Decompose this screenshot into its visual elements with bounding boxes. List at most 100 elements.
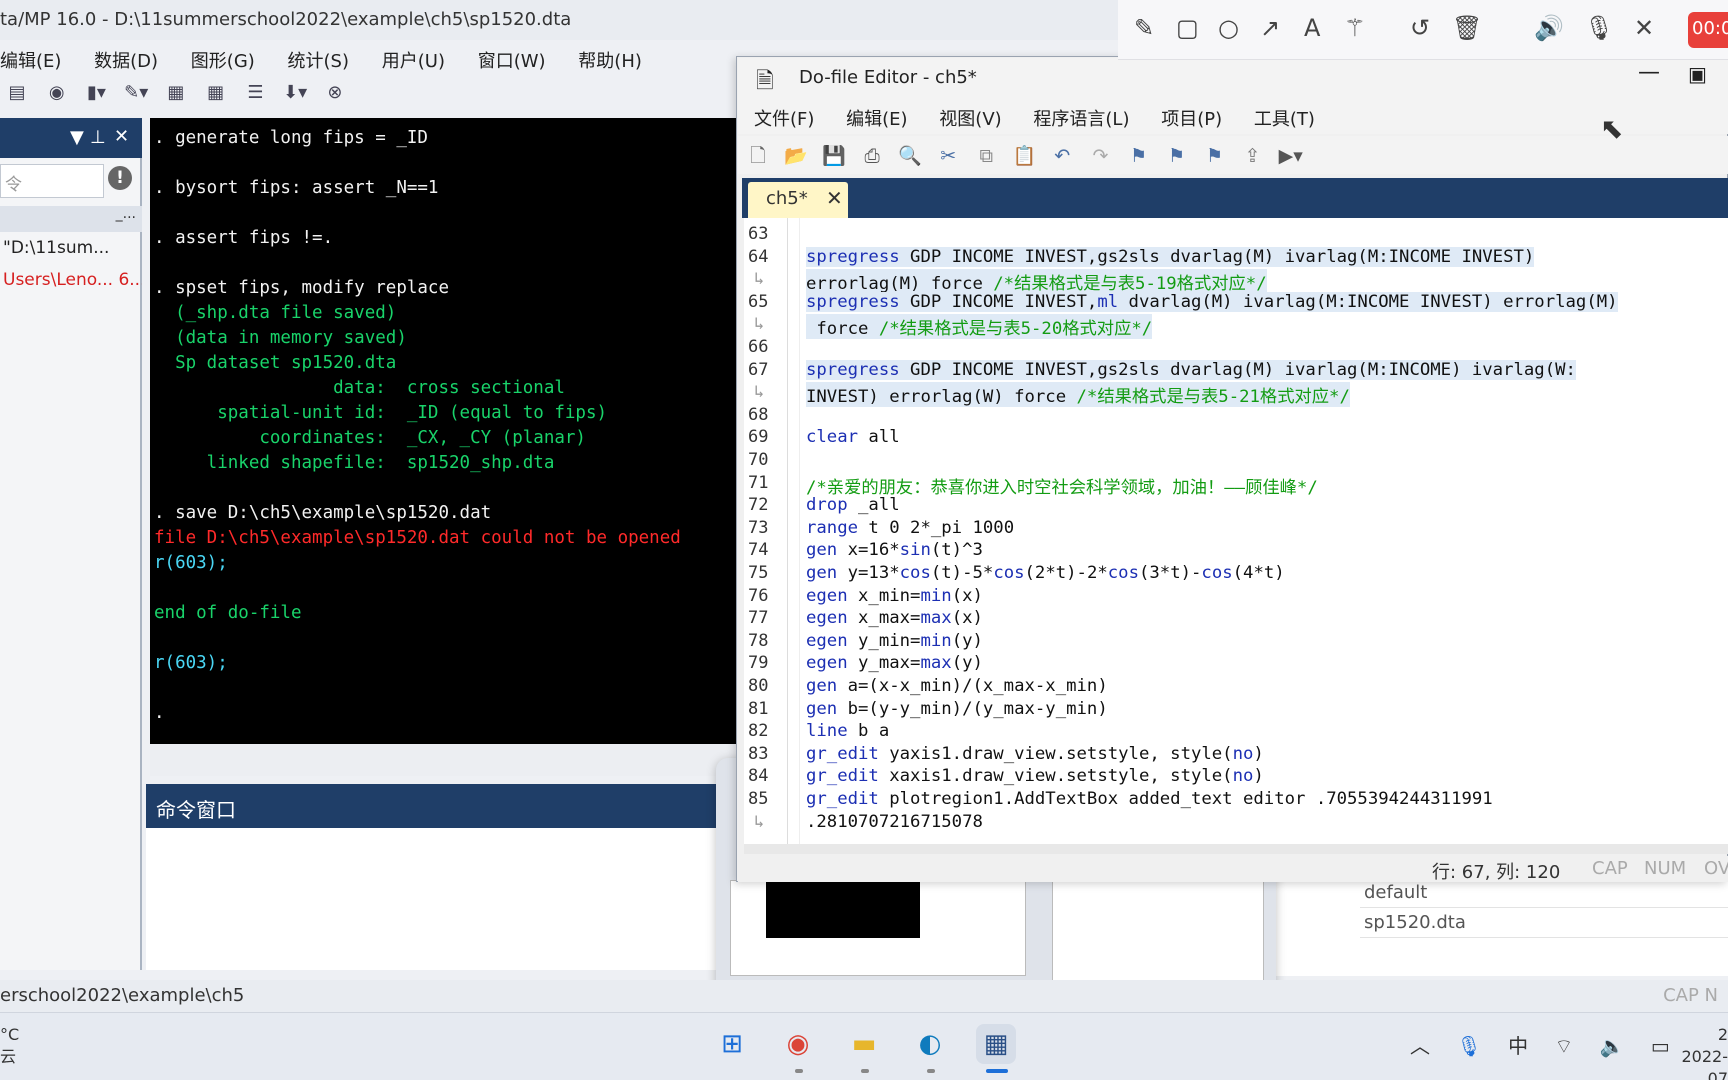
open-folder-icon[interactable]: 📂 — [780, 138, 812, 167]
history-column-header[interactable]: _... — [0, 206, 142, 232]
code-line[interactable]: clear all — [806, 427, 900, 447]
history-item[interactable]: Users\Leno... 6... — [0, 266, 142, 296]
copy-icon[interactable]: ⧉ — [970, 139, 1002, 167]
wifi-icon[interactable]: ⌔ — [1554, 1034, 1573, 1058]
code-line[interactable]: spregress GDP INCOME INVEST,gs2sls dvarl… — [806, 359, 1576, 380]
close-tab-icon[interactable]: ✕ — [826, 186, 843, 210]
code-line[interactable]: force /*结果格式是与表5-20格式对应*/ — [806, 314, 1153, 340]
code-line[interactable]: spregress GDP INCOME INVEST,ml dvarlag(M… — [806, 291, 1618, 312]
editor-menu-language[interactable]: 程序语言(L) — [1033, 98, 1129, 131]
variables-manager-icon[interactable]: ☰ — [238, 78, 272, 103]
print-icon[interactable]: ⎙ — [856, 139, 888, 167]
results-scroll-area[interactable] — [150, 744, 740, 776]
log-icon[interactable]: ▤ — [0, 78, 34, 103]
menu-edit[interactable]: 编辑(E) — [0, 40, 61, 73]
new-file-icon[interactable]: 🗋 — [742, 136, 774, 174]
horizontal-scrollbar[interactable] — [744, 844, 1728, 854]
do-file-editor-icon[interactable]: ✎▾ — [119, 78, 153, 103]
data-browser-icon[interactable]: ▦ — [199, 78, 233, 103]
code-line[interactable]: gen a=(x-x_min)/(x_max-x_min) — [806, 676, 1108, 696]
close-icon[interactable]: ✕ — [1634, 14, 1654, 42]
viewer-icon[interactable]: ◉ — [40, 78, 74, 103]
code-line[interactable]: egen x_max=max(x) — [806, 608, 983, 628]
save-icon[interactable]: 💾 — [818, 138, 850, 167]
close-icon[interactable]: ✕ — [114, 126, 129, 147]
more-icon[interactable]: ⬇▾ — [278, 78, 312, 103]
code-line[interactable]: gr_edit xaxis1.draw_view.setstyle, style… — [806, 766, 1264, 786]
speaker-icon[interactable]: 🔊 — [1534, 14, 1564, 42]
break-icon[interactable]: ⊗ — [318, 78, 352, 103]
code-line[interactable]: gr_edit yaxis1.draw_view.setstyle, style… — [806, 744, 1264, 764]
cut-icon[interactable]: ✂ — [932, 139, 964, 167]
minimize-button[interactable]: — — [1638, 60, 1660, 85]
trash-icon[interactable]: 🗑 — [1452, 14, 1482, 42]
code-line[interactable]: line b a — [806, 721, 889, 741]
undo-icon[interactable]: ↺ — [1410, 14, 1430, 42]
undo-icon[interactable]: ↶ — [1046, 139, 1078, 167]
editor-menu-project[interactable]: 项目(P) — [1161, 98, 1222, 131]
editor-menu-file[interactable]: 文件(F) — [754, 98, 814, 131]
code-line[interactable]: egen x_min=min(x) — [806, 586, 983, 606]
code-line[interactable]: gen y=13*cos(t)-5*cos(2*t)-2*cos(3*t)-co… — [806, 563, 1285, 583]
edge-icon[interactable]: ◐ — [910, 1024, 950, 1064]
code-line[interactable]: /*亲爱的朋友：恭喜你进入时空社会科学领域，加油！——顾佳峰*/ — [806, 473, 1318, 498]
magic-wand-icon[interactable]: ⚚ — [1344, 14, 1366, 42]
menu-help[interactable]: 帮助(H) — [578, 40, 642, 73]
file-explorer-icon[interactable]: ▬ — [844, 1024, 884, 1064]
menu-statistics[interactable]: 统计(S) — [288, 40, 349, 73]
code-line[interactable]: gen x=16*sin(t)^3 — [806, 540, 983, 560]
editor-menu-edit[interactable]: 编辑(E) — [846, 98, 907, 131]
pencil-icon[interactable]: ✎ — [1134, 14, 1154, 42]
maximize-button[interactable]: ▣ — [1688, 62, 1707, 86]
pin-icon[interactable]: ⊥ — [90, 127, 106, 148]
bookmark-prev-icon[interactable]: ⚑ — [1161, 139, 1193, 167]
paste-icon[interactable]: 📋 — [1008, 138, 1040, 167]
data-editor-icon[interactable]: ▦ — [159, 78, 193, 103]
ime-indicator[interactable]: 中 — [1508, 1034, 1528, 1058]
menu-window[interactable]: 窗口(W) — [478, 40, 546, 73]
stata-taskbar-icon[interactable]: ▦ — [976, 1024, 1016, 1064]
redo-icon[interactable]: ↷ — [1084, 139, 1116, 167]
recording-timer[interactable]: 00:0 — [1688, 12, 1728, 48]
code-line[interactable]: drop _all — [806, 495, 900, 515]
start-windows-icon[interactable]: ⊞ — [712, 1024, 752, 1064]
code-line[interactable]: .2810707216715078 — [806, 812, 983, 832]
bookmark-next-icon[interactable]: ⚑ — [1199, 139, 1231, 167]
show-file-icon[interactable]: ⇪ — [1237, 139, 1269, 167]
bookmark-toggle-icon[interactable]: ⚑ — [1122, 139, 1154, 167]
code-line[interactable]: gr_edit plotregion1.AddTextBox added_tex… — [806, 789, 1493, 809]
menu-graphics[interactable]: 图形(G) — [191, 40, 255, 73]
clock[interactable]: 2 2022-07 — [1666, 1024, 1728, 1080]
menu-data[interactable]: 数据(D) — [94, 40, 158, 73]
chrome-icon[interactable]: ◉ — [778, 1024, 818, 1064]
history-item[interactable]: "D:\11sum... — [0, 234, 142, 264]
code-line[interactable]: errorlag(M) force /*结果格式是与表5-19格式对应*/ — [806, 269, 1267, 295]
command-input[interactable] — [146, 828, 726, 970]
weather-widget[interactable]: °C 云 — [0, 1024, 19, 1068]
volume-icon[interactable]: 🔈 — [1600, 1034, 1625, 1058]
code-line[interactable]: egen y_max=max(y) — [806, 653, 983, 673]
circle-icon[interactable]: ○ — [1218, 14, 1239, 42]
code-line[interactable]: gen b=(y-y_min)/(y_max-y_min) — [806, 699, 1108, 719]
code-editor[interactable]: spregress GDP INCOME INVEST,gs2sls dvarl… — [800, 218, 1728, 844]
text-icon[interactable]: A — [1304, 14, 1320, 42]
execute-do-icon[interactable]: ▶▾ — [1275, 139, 1307, 167]
arrow-icon[interactable]: ↗ — [1260, 14, 1280, 42]
history-filter-input[interactable]: 令 — [0, 164, 104, 198]
filter-icon[interactable]: ▼ — [70, 127, 84, 148]
code-line[interactable]: egen y_min=min(y) — [806, 631, 983, 651]
code-line[interactable]: range t 0 2*_pi 1000 — [806, 518, 1014, 538]
search-icon[interactable]: 🔍 — [894, 138, 926, 167]
graph-icon[interactable]: ▮▾ — [79, 78, 113, 103]
chevron-up-icon[interactable]: ︿ — [1410, 1034, 1430, 1058]
microphone-icon[interactable]: 🎙 — [1456, 1034, 1481, 1058]
editor-menu-tools[interactable]: 工具(T) — [1254, 98, 1315, 131]
menu-user[interactable]: 用户(U) — [382, 40, 445, 73]
rectangle-icon[interactable]: ▢ — [1176, 14, 1199, 42]
code-line[interactable]: INVEST) errorlag(W) force /*结果格式是与表5-21格… — [806, 382, 1350, 408]
preview-do-file-editor[interactable] — [1052, 880, 1264, 984]
editor-menu-view[interactable]: 视图(V) — [939, 98, 1001, 131]
microphone-icon[interactable]: 🎙 — [1584, 14, 1614, 42]
code-line[interactable]: spregress GDP INCOME INVEST,gs2sls dvarl… — [806, 246, 1535, 267]
system-tray: ︿ 🎙 中 ⌔ 🔈 ▭ — [1410, 1030, 1690, 1059]
